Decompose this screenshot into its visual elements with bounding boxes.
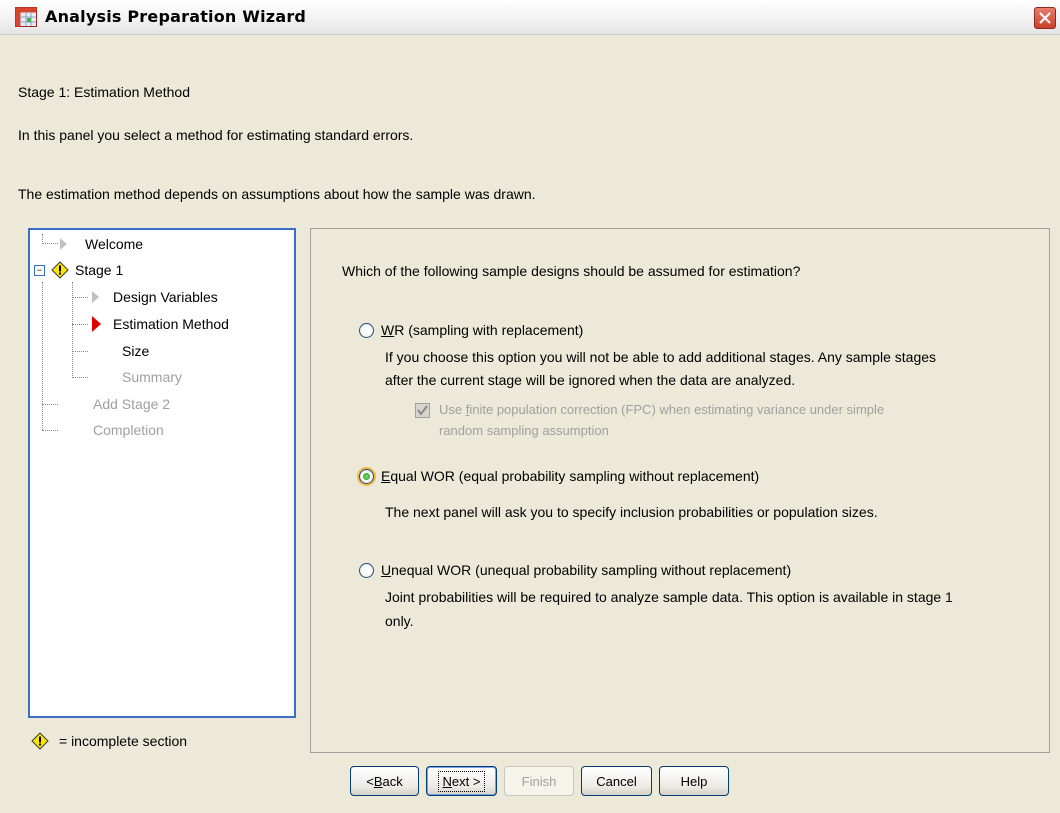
panel-intro: In this panel you select a method for es… [18,127,414,143]
tree-item-size[interactable]: Size [122,340,149,362]
finish-button: Finish [504,766,574,796]
wr-radio-label: WR (sampling with replacement) [381,322,584,338]
collapse-icon[interactable]: − [34,264,45,276]
tree-item-add-stage-2: Add Stage 2 [93,393,170,415]
stage-heading: Stage 1: Estimation Method [18,84,190,100]
window-title: Analysis Preparation Wizard [45,7,307,26]
tree-item-label: Stage 1 [75,262,124,278]
warning-icon [31,732,49,750]
equal-wor-radio-button[interactable] [359,468,374,484]
tree-item-estimation-method[interactable]: Estimation Method [92,313,229,335]
unequal-wor-radio-button[interactable] [359,562,374,578]
tree-item-label: Size [122,343,150,359]
back-button[interactable]: < Back [350,766,419,796]
step-arrow-icon [92,291,99,303]
wr-description-line-1: If you choose this option you will not b… [385,349,937,365]
next-button[interactable]: Next > [426,766,497,796]
equal-wor-description: The next panel will ask you to specify i… [385,504,878,520]
unequal-wor-description-line-2: only. [385,613,414,629]
fpc-label-line-2: random sampling assumption [439,423,609,438]
equal-wor-radio-label: Equal WOR (equal probability sampling wi… [381,468,760,484]
tree-item-label: Welcome [85,236,144,252]
tree-item-completion: Completion [93,419,164,441]
fpc-checkbox[interactable] [415,403,430,418]
tree-item-label: Design Variables [113,289,218,305]
wr-description-line-2: after the current stage will be ignored … [385,372,796,388]
title-bar: Analysis Preparation Wizard [0,0,1060,35]
tree-item-stage-1[interactable]: − Stage 1 [34,259,123,281]
tree-item-summary: Summary [122,366,182,388]
warning-icon [51,261,69,279]
close-button[interactable] [1034,7,1056,29]
unequal-wor-radio-label: Unequal WOR (unequal probability samplin… [381,562,792,578]
legend-text: = incomplete section [59,733,188,749]
tree-item-label: Add Stage 2 [93,396,171,412]
cancel-button[interactable]: Cancel [581,766,652,796]
tree-item-welcome[interactable]: Welcome [60,233,143,255]
incomplete-legend: = incomplete section [31,732,187,750]
checkmark-icon [417,405,428,416]
sample-design-question: Which of the following sample designs sh… [342,263,801,279]
equal-wor-radio-option[interactable]: Equal WOR (equal probability sampling wi… [359,468,759,484]
tree-item-label: Completion [93,422,164,438]
fpc-label-line-1: Use finite population correction (FPC) w… [439,402,885,417]
panel-note: The estimation method depends on assumpt… [18,186,536,202]
step-arrow-icon [60,238,67,250]
wr-radio-button[interactable] [359,322,374,338]
close-icon [1039,12,1051,24]
help-button[interactable]: Help [659,766,729,796]
tree-item-label: Estimation Method [113,316,229,332]
spreadsheet-app-icon [15,7,37,27]
tree-item-design-variables[interactable]: Design Variables [92,286,218,308]
wizard-navigation-tree: Welcome − Stage 1 Design Variables Estim… [28,228,296,718]
unequal-wor-radio-option[interactable]: Unequal WOR (unequal probability samplin… [359,562,791,578]
wr-radio-option[interactable]: WR (sampling with replacement) [359,322,583,338]
current-step-arrow-icon [92,316,101,332]
estimation-method-panel: Which of the following sample designs sh… [310,228,1050,753]
unequal-wor-description-line-1: Joint probabilities will be required to … [385,589,953,605]
tree-item-label: Summary [122,369,182,385]
